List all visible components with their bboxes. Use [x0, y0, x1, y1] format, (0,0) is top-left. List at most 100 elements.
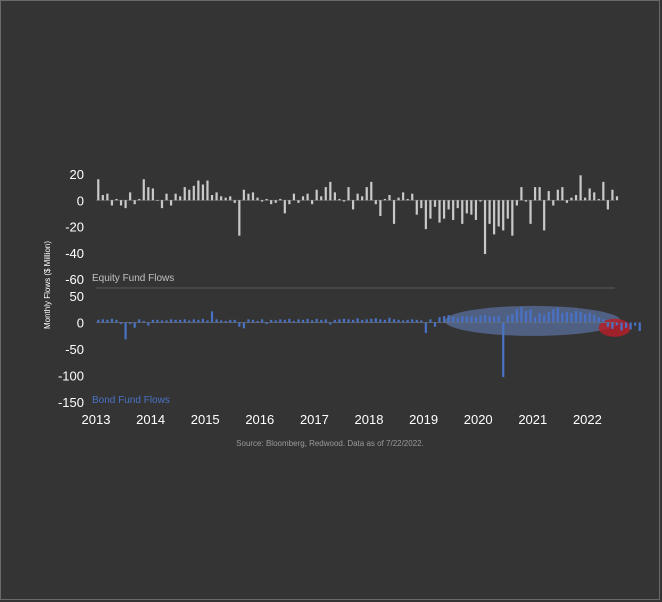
bond-bar [461, 316, 464, 323]
bond-bar [524, 310, 528, 323]
equity-bar [260, 200, 264, 202]
bond-bar [565, 311, 569, 323]
equity-bar [615, 196, 619, 201]
y-tick-label: -150 [58, 395, 84, 410]
bond-bar [506, 315, 509, 323]
bond-bar [470, 316, 473, 323]
equity-bar [411, 193, 414, 201]
equity-bar [447, 200, 450, 210]
x-tick-label: 2014 [136, 412, 165, 427]
bond-bar [224, 320, 227, 323]
equity-bar [356, 193, 359, 201]
equity-bar [606, 200, 609, 210]
bond-bar [465, 316, 468, 323]
bond-bar [260, 319, 264, 323]
equity-bar [274, 200, 277, 203]
bond-bar [602, 319, 605, 323]
equity-bar [220, 196, 223, 201]
equity-bar [579, 175, 582, 201]
bond-bar [301, 319, 305, 323]
equity-bar [142, 179, 145, 201]
x-tick-label: 2013 [82, 412, 111, 427]
equity-bar [229, 196, 232, 201]
equity-bar [392, 200, 396, 224]
equity-bar [429, 200, 432, 219]
bond-bar [420, 320, 423, 323]
equity-bar [552, 200, 555, 206]
equity-bar [215, 192, 218, 201]
x-tick-label: 2015 [191, 412, 220, 427]
bond-bar [383, 319, 387, 323]
bond-bar [292, 320, 296, 323]
equity-bar [165, 193, 168, 201]
equity-bar [379, 200, 382, 216]
equity-bar [297, 200, 300, 203]
bond-bar [338, 319, 341, 323]
x-tick-label: 2020 [464, 412, 493, 427]
equity-bar [110, 200, 114, 206]
equity-bar [374, 200, 377, 205]
bond-bar [606, 322, 609, 327]
bond-bar [119, 322, 123, 325]
bond-bar [210, 311, 214, 323]
equity-bar [465, 200, 468, 214]
equity-bar [584, 197, 587, 201]
bond-bar [174, 319, 177, 323]
equity-bar [315, 189, 318, 201]
y-tick-label: 0 [77, 316, 84, 331]
y-tick-label: 20 [70, 167, 84, 182]
equity-bar [406, 198, 409, 201]
equity-bar [160, 200, 164, 209]
equity-bar [456, 200, 459, 209]
bond-bar [251, 319, 255, 323]
bond-bar [584, 314, 587, 323]
equity-bar [524, 200, 528, 202]
equity-bar [283, 200, 286, 214]
bond-bar [620, 322, 623, 331]
bond-bar [315, 318, 318, 323]
equity-bar [242, 189, 245, 201]
equity-bar [206, 180, 209, 201]
bond-bar [233, 319, 236, 323]
bond-bar [288, 318, 291, 323]
equity-bar [351, 200, 355, 210]
bond-bar [279, 319, 282, 323]
equity-bar [556, 189, 559, 201]
equity-bar [470, 200, 473, 215]
equity-bar [565, 200, 569, 203]
y-tick-label: -40 [65, 246, 84, 261]
x-tick-label: 2016 [245, 412, 274, 427]
bond-bar [452, 316, 455, 323]
bond-bar [442, 316, 446, 323]
bond-bar [493, 316, 496, 323]
bond-bar [361, 319, 364, 323]
bond-bar [215, 319, 218, 323]
equity-bar [461, 200, 464, 224]
bond-bar [429, 319, 432, 323]
y-tick-labels: 20 0 -20 -40 -60 50 0 -50 -100 -150 [58, 167, 84, 410]
x-tick-label: 2018 [355, 412, 384, 427]
y-axis-label: Monthly Flows ($ Million) [43, 241, 52, 329]
bond-bar [115, 319, 118, 323]
bond-bar [597, 317, 600, 323]
equity-bar [301, 196, 305, 201]
bond-bar [179, 319, 182, 323]
equity-bar [210, 195, 214, 201]
equity-bar [383, 198, 387, 201]
equity-bar [515, 200, 518, 206]
equity-bar [197, 180, 200, 201]
equity-bar-series [97, 175, 619, 255]
equity-bar [247, 193, 250, 201]
equity-bar [433, 200, 437, 207]
bond-bar [356, 318, 359, 323]
bond-bar [574, 310, 578, 323]
bond-bar [142, 320, 145, 323]
bond-bar [192, 319, 195, 323]
bond-bar [615, 322, 619, 326]
bond-bar [388, 317, 391, 323]
y-tick-label: 50 [70, 289, 84, 304]
bond-bar [329, 322, 332, 325]
equity-bar [279, 198, 282, 201]
bond-bar [447, 315, 450, 323]
equity-bar [597, 198, 600, 201]
